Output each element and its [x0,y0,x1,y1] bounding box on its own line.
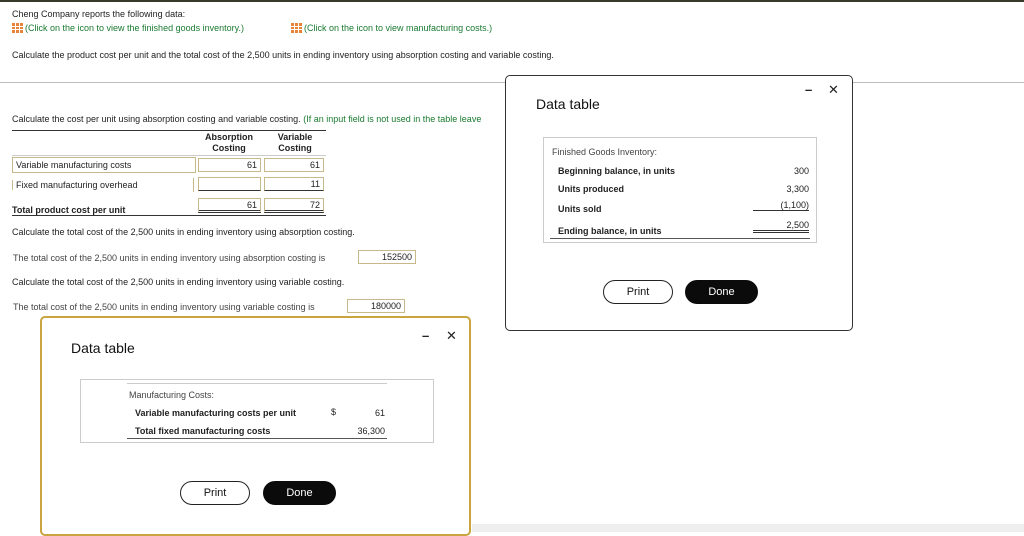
close-icon[interactable]: ✕ [446,328,457,344]
done-button[interactable]: Done [685,280,758,304]
inventory-table: Finished Goods Inventory: Beginning bala… [543,137,817,243]
q2-line: The total cost of the 2,500 units in end… [13,253,326,263]
data-table-dialog-inventory: Data table – ✕ Finished Goods Inventory:… [505,75,853,331]
print-button[interactable]: Print [603,280,673,304]
dialog-title: Data table [536,96,600,112]
row-label: Total fixed manufacturing costs [135,426,271,436]
done-button[interactable]: Done [263,481,336,505]
intro-text: Cheng Company reports the following data… [12,9,186,19]
close-icon[interactable]: ✕ [828,82,839,98]
dialog-title: Data table [71,340,135,356]
row-value: (1,100) [753,200,809,211]
table-bottom-line [550,238,810,239]
data-table-dialog-costs: Data table – ✕ Manufacturing Costs: Vari… [40,316,471,536]
col-variable-header: Variable Costing [277,132,313,153]
abs-fixed-input[interactable] [198,177,261,191]
table-bottom-line [12,215,326,216]
inventory-link-text: (Click on the icon to view the finished … [25,23,244,33]
var-fixed-input[interactable]: 11 [264,177,324,191]
row-label: Beginning balance, in units [558,166,676,176]
section1-hint: (If an input field is not used in the ta… [303,114,482,124]
row-value: 2,500 [753,220,809,233]
costs-link[interactable]: (Click on the icon to view manufacturing… [291,23,492,33]
abs-total-input[interactable]: 61 [198,198,261,213]
minimize-icon[interactable]: – [422,328,429,343]
col-absorption-header: Absorption Costing [205,132,253,153]
q2-text: Calculate the total cost of the 2,500 un… [12,227,355,237]
table-heading: Manufacturing Costs: [129,390,215,400]
q2-input[interactable]: 152500 [358,250,416,264]
table-top-line [12,130,326,131]
inventory-link[interactable]: (Click on the icon to view the finished … [12,23,244,33]
table-icon[interactable] [12,23,23,33]
q3-text: Calculate the total cost of the 2,500 un… [12,277,345,287]
section1-instruction: Calculate the cost per unit using absorp… [12,114,301,124]
var-total-input[interactable]: 72 [264,198,324,213]
top-border [0,0,1024,2]
costs-link-text: (Click on the icon to view manufacturing… [304,23,493,33]
table-heading: Finished Goods Inventory: [552,147,658,157]
row-label: Ending balance, in units [558,226,662,236]
row-fixed-bar [193,178,194,192]
q3-line: The total cost of the 2,500 units in end… [13,302,315,312]
section1-text: Calculate the cost per unit using absorp… [12,114,481,124]
table-top-line [127,383,387,384]
row-value: 300 [793,166,809,176]
row-label: Units sold [558,204,602,214]
costs-table: Manufacturing Costs: Variable manufactur… [80,379,434,443]
row-value: 61 [374,408,385,418]
row-label-total: Total product cost per unit [12,205,126,215]
q3-input[interactable]: 180000 [347,299,405,313]
abs-variable-input[interactable]: 61 [198,158,261,172]
row-label-fixed: Fixed manufacturing overhead [12,180,138,190]
header-line [12,155,326,156]
task-text: Calculate the product cost per unit and … [12,50,554,60]
currency-symbol: $ [331,407,337,417]
row-label-variable: Variable manufacturing costs [12,157,196,173]
print-button[interactable]: Print [180,481,250,505]
row-value: 36,300 [357,426,385,436]
var-variable-input[interactable]: 61 [264,158,324,172]
row-label: Variable manufacturing costs per unit [135,408,297,418]
table-bottom-line [127,438,387,439]
minimize-icon[interactable]: – [805,82,812,97]
bottom-bar [472,524,1024,532]
table-icon[interactable] [291,23,302,33]
row-label: Units produced [558,184,625,194]
row-value: 3,300 [786,184,809,194]
